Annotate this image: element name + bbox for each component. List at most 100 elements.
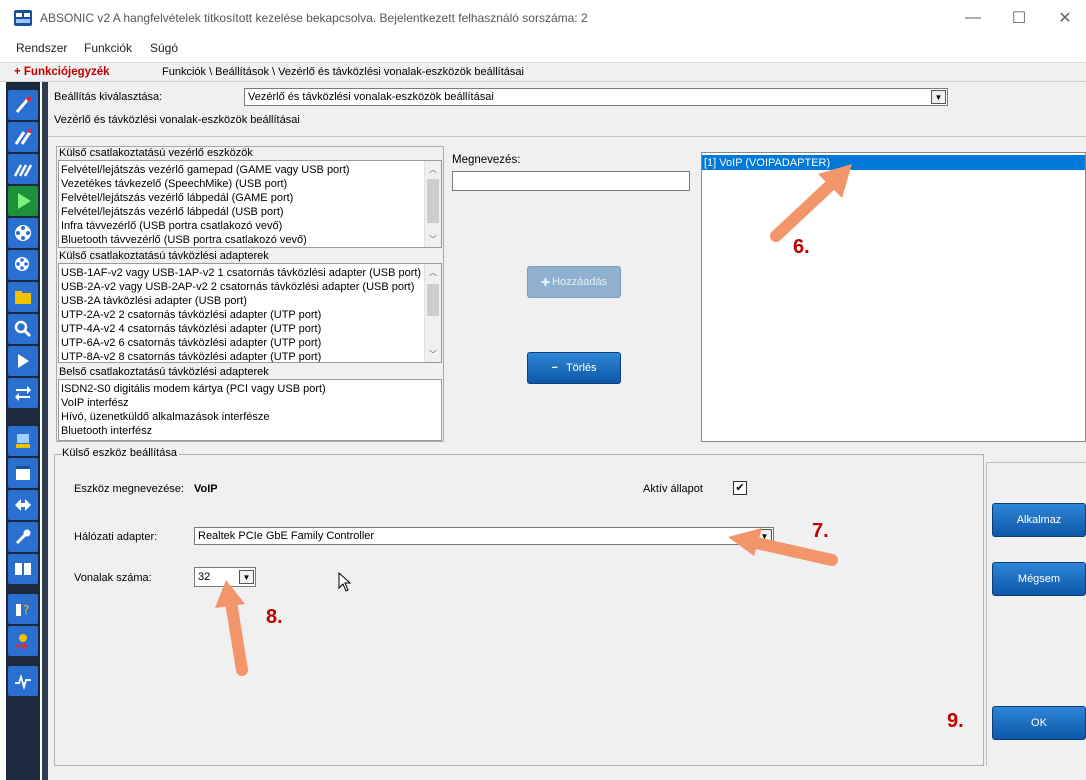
list-item[interactable]: ISDN2-S0 digitális modem kártya (PCI vag…	[61, 382, 326, 396]
lines-count-select[interactable]: 32 ▼	[194, 567, 256, 587]
list-item[interactable]: Felvétel/lejátszás vezérlő gamepad (GAME…	[61, 163, 350, 177]
app-logo-icon	[14, 10, 32, 26]
list-item[interactable]: UTP-6A-v2 6 csatornás távközlési adapter…	[61, 336, 321, 350]
active-state-label: Aktív állapot	[643, 483, 703, 495]
list-item[interactable]: Felvétel/lejátszás vezérlő lábpedál (USB…	[61, 205, 284, 219]
mouse-cursor-icon	[338, 571, 352, 595]
device-name-label: Eszköz megnevezése:	[74, 483, 185, 495]
window-title: ABSONIC v2 A hangfelvételek titkosított …	[40, 11, 588, 25]
device-name-value: VoIP	[194, 483, 218, 495]
function-list-toggle[interactable]: + Funkciójegyzék	[14, 66, 110, 78]
chevron-down-icon[interactable]: ▼	[757, 529, 772, 543]
list-item[interactable]: Bluetooth interfész	[61, 424, 152, 438]
breadcrumb: Funkciók \ Beállítások \ Vezérlő és távk…	[162, 66, 524, 78]
network-adapter-select[interactable]: Realtek PCIe GbE Family Controller ▼	[194, 527, 774, 545]
setting-select-label: Beállítás kiválasztása:	[54, 91, 163, 103]
list-item[interactable]: UTP-2A-v2 2 csatornás távközlési adapter…	[61, 308, 321, 322]
film-reel-multi-icon[interactable]	[8, 250, 38, 280]
add-button-label: Hozzáadás	[552, 276, 608, 288]
list-item[interactable]: USB-2A-v2 vagy USB-2AP-v2 2 csatornás tá…	[61, 280, 423, 294]
list-item[interactable]: UTP-4A-v2 4 csatornás távközlési adapter…	[61, 322, 321, 336]
setting-select[interactable]: Vezérlő és távközlési vonalak-eszközök b…	[244, 88, 948, 106]
title-bar: ABSONIC v2 A hangfelvételek titkosított …	[0, 0, 1086, 36]
double-pen-icon[interactable]	[8, 122, 38, 152]
internal-adapters-list[interactable]: ISDN2-S0 digitális modem kártya (PCI vag…	[58, 379, 442, 441]
wrench-icon[interactable]	[8, 522, 38, 552]
list-item[interactable]: Infra távvezérlő (USB portra csatlakozó …	[61, 219, 282, 233]
list-item[interactable]: Bluetooth távvezérlő (USB portra csatlak…	[61, 233, 307, 247]
list-item[interactable]: Hívó, üzenetküldő alkalmazások interfész…	[61, 410, 270, 424]
scroll-up-icon[interactable]: ︿	[425, 264, 441, 280]
window-icon[interactable]	[8, 458, 38, 488]
internal-adapters-label: Belső csatlakoztatású távközlési adapter…	[59, 366, 271, 378]
search-icon[interactable]	[8, 314, 38, 344]
logout-icon[interactable]	[8, 626, 38, 656]
film-reel-icon[interactable]	[8, 218, 38, 248]
menu-bar: Rendszer Funkciók Súgó	[0, 36, 1086, 62]
chevron-down-icon[interactable]: ▼	[931, 90, 946, 104]
maximize-button[interactable]: ☐	[996, 2, 1042, 34]
chevron-down-icon[interactable]: ▼	[239, 570, 254, 584]
list-item[interactable]: Felvétel/lejátszás vezérlő lábpedál (GAM…	[61, 191, 293, 205]
active-state-checkbox[interactable]: ✔	[733, 481, 747, 495]
svg-text:?: ?	[23, 603, 29, 617]
breadcrumb-bar: + Funkciójegyzék Funkciók \ Beállítások …	[0, 62, 1086, 82]
scrollbar[interactable]: ︿ ﹀	[424, 161, 441, 247]
name-field-label: Megnevezés:	[452, 154, 521, 166]
list-item[interactable]: USB-1AF-v2 vagy USB-1AP-v2 1 csatornás t…	[61, 266, 423, 280]
external-controllers-label: Külső csatlakoztatású vezérlő eszközök	[59, 147, 255, 159]
list-item[interactable]: USB-2A távközlési adapter (USB port)	[61, 294, 247, 308]
folder-icon[interactable]	[8, 282, 38, 312]
transfer-icon[interactable]	[8, 378, 38, 408]
name-field[interactable]	[452, 171, 690, 191]
close-button[interactable]: ✕	[1042, 2, 1086, 34]
scrollbar[interactable]: ︿ ﹀	[424, 264, 441, 362]
device-list[interactable]: [1] VoIP (VOIPADAPTER)	[701, 152, 1086, 442]
apply-button[interactable]: Alkalmaz	[992, 503, 1086, 537]
plus-icon: ✚	[540, 276, 551, 289]
help-user-icon[interactable]: ?	[8, 594, 38, 624]
forward-icon[interactable]	[8, 346, 38, 376]
menu-funkciok[interactable]: Funkciók	[84, 41, 132, 55]
minus-icon: −	[551, 362, 558, 374]
menu-rendszer[interactable]: Rendszer	[16, 41, 67, 55]
monitor-chart-icon[interactable]	[8, 666, 38, 696]
swap-arrows-icon[interactable]	[8, 490, 38, 520]
external-controllers-list[interactable]: Felvétel/lejátszás vezérlő gamepad (GAME…	[58, 160, 442, 248]
external-adapters-label: Külső csatlakoztatású távközlési adapter…	[59, 250, 271, 262]
list-item[interactable]: VoIP interfész	[61, 396, 129, 410]
divider	[48, 136, 1086, 137]
lines-count-label: Vonalak száma:	[74, 572, 152, 584]
scroll-down-icon[interactable]: ﹀	[425, 346, 441, 362]
minimize-button[interactable]: —	[950, 2, 996, 34]
list-item[interactable]: Vezetékes távkezelő (SpeechMike) (USB po…	[61, 177, 287, 191]
user-phone-icon[interactable]	[8, 426, 38, 456]
cancel-button[interactable]: Mégsem	[992, 562, 1086, 596]
scroll-down-icon[interactable]: ﹀	[425, 231, 441, 247]
panel-gutter	[42, 82, 48, 780]
device-list-item[interactable]: [1] VoIP (VOIPADAPTER)	[704, 156, 830, 170]
sidebar: ?	[6, 82, 40, 780]
scroll-up-icon[interactable]: ︿	[425, 161, 441, 177]
delete-button[interactable]: − Törlés	[527, 352, 621, 384]
lines-count-value: 32	[198, 571, 211, 583]
network-adapter-value: Realtek PCIe GbE Family Controller	[198, 530, 375, 542]
book-icon[interactable]	[8, 554, 38, 584]
device-settings-label: Külső eszköz beállítása	[62, 447, 179, 459]
network-adapter-label: Hálózati adapter:	[74, 531, 158, 543]
device-settings-group	[54, 454, 984, 766]
play-icon[interactable]	[8, 186, 38, 216]
scroll-thumb[interactable]	[427, 284, 439, 316]
scroll-thumb[interactable]	[427, 179, 439, 223]
external-adapters-list[interactable]: USB-1AF-v2 vagy USB-1AP-v2 1 csatornás t…	[58, 263, 442, 363]
ok-button[interactable]: OK	[992, 706, 1086, 740]
section-subtitle: Vezérlő és távközlési vonalak-eszközök b…	[54, 114, 300, 126]
setting-select-value: Vezérlő és távközlési vonalak-eszközök b…	[248, 91, 494, 103]
add-button[interactable]: ✚ Hozzáadás	[527, 266, 621, 298]
pen-icon[interactable]	[8, 90, 38, 120]
list-item[interactable]: UTP-8A-v2 8 csatornás távközlési adapter…	[61, 350, 321, 362]
multi-pen-icon[interactable]	[8, 154, 38, 184]
menu-sugo[interactable]: Súgó	[150, 41, 178, 55]
app-window: ABSONIC v2 A hangfelvételek titkosított …	[0, 0, 1086, 780]
delete-button-label: Törlés	[565, 362, 597, 374]
